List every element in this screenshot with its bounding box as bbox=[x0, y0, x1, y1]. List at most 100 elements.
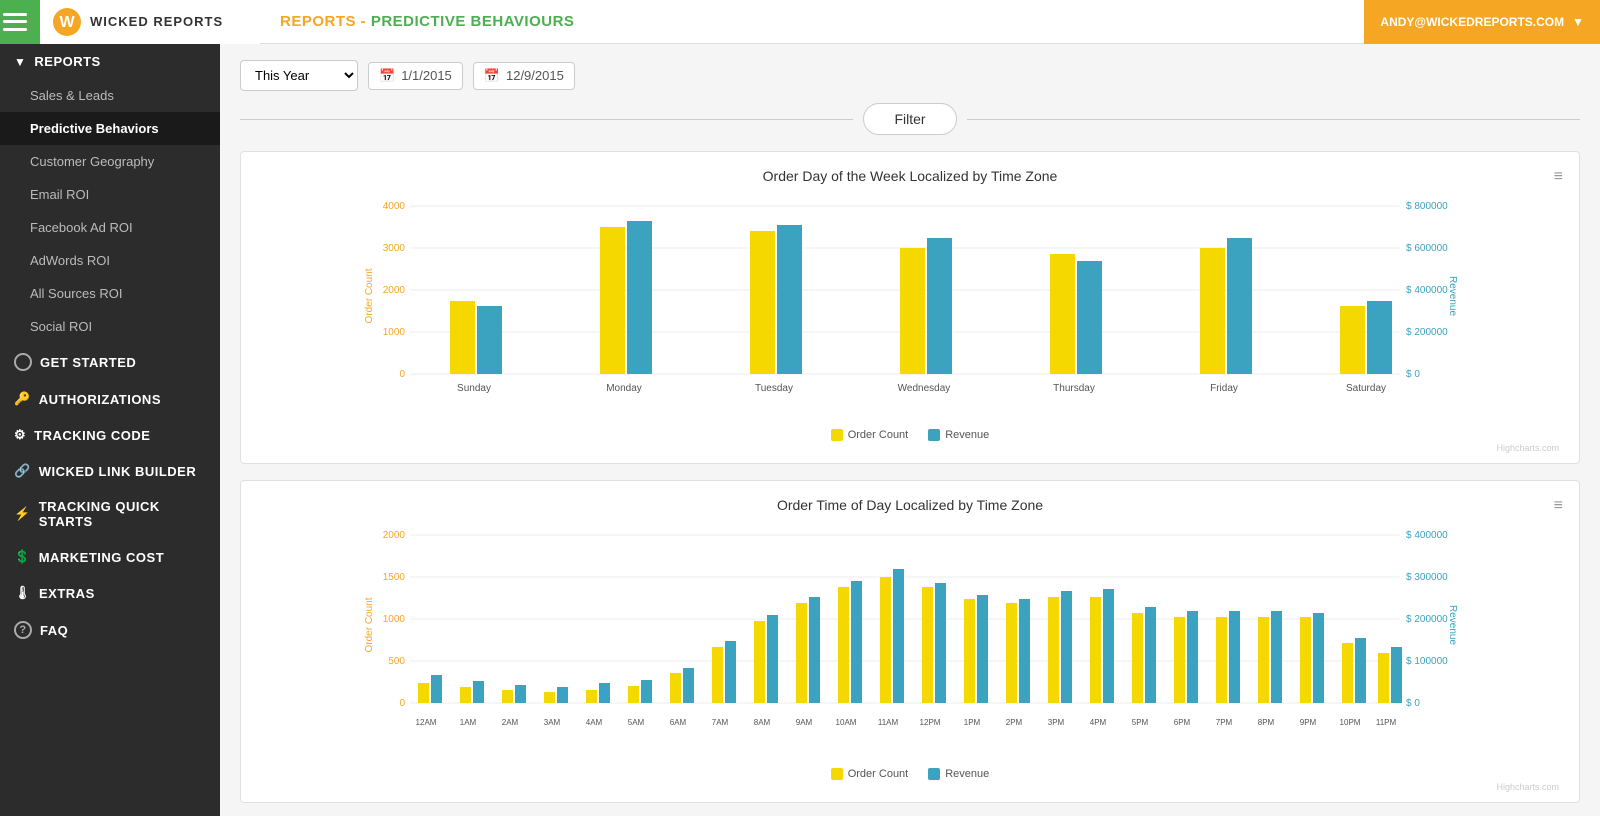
sidebar-item-reports[interactable]: ▼ REPORTS bbox=[0, 44, 220, 79]
legend-order-count-1: Order Count bbox=[831, 429, 909, 441]
chart2-title: Order Time of Day Localized by Time Zone bbox=[261, 497, 1559, 513]
chart1-legend: Order Count Revenue bbox=[261, 429, 1559, 441]
brand-logo: W WICKED REPORTS bbox=[52, 7, 223, 37]
svg-text:11PM: 11PM bbox=[1376, 718, 1397, 727]
wicked-reports-logo-icon: W bbox=[52, 7, 82, 37]
svg-text:$ 400000: $ 400000 bbox=[1406, 285, 1448, 296]
svg-text:$ 800000: $ 800000 bbox=[1406, 201, 1448, 212]
svg-text:4000: 4000 bbox=[383, 201, 406, 212]
svg-text:W: W bbox=[59, 14, 75, 31]
legend-label-order-count-2: Order Count bbox=[848, 768, 909, 780]
svg-text:3PM: 3PM bbox=[1048, 718, 1065, 727]
chevron-down-icon: ▼ bbox=[1572, 15, 1584, 29]
svg-text:$ 0: $ 0 bbox=[1406, 698, 1420, 709]
main-layout: ▼ REPORTS Sales & Leads Predictive Behav… bbox=[0, 44, 1600, 816]
page-title: REPORTS - PREDICTIVE BEHAVIOURS bbox=[280, 13, 574, 30]
legend-label-revenue-2: Revenue bbox=[945, 768, 989, 780]
svg-text:9AM: 9AM bbox=[796, 718, 813, 727]
sidebar-item-extras[interactable]: 🌡 EXTRAS bbox=[0, 575, 220, 611]
legend-dot-blue-1 bbox=[928, 429, 940, 441]
sidebar-item-wicked-link-builder[interactable]: 🔗 WICKED LINK BUILDER bbox=[0, 453, 220, 489]
svg-text:6AM: 6AM bbox=[670, 718, 687, 727]
svg-text:12PM: 12PM bbox=[920, 718, 941, 727]
svg-text:2000: 2000 bbox=[383, 285, 406, 296]
filter-line-left bbox=[240, 119, 853, 120]
svg-text:3000: 3000 bbox=[383, 243, 406, 254]
key-icon: 🔑 bbox=[14, 391, 31, 407]
hamburger-icon bbox=[3, 13, 27, 31]
chart-order-day-of-week: Order Day of the Week Localized by Time … bbox=[240, 151, 1580, 464]
chart2-credit: Highcharts.com bbox=[261, 782, 1559, 792]
sidebar-item-sales-leads[interactable]: Sales & Leads bbox=[0, 79, 220, 112]
svg-text:1000: 1000 bbox=[383, 614, 406, 625]
svg-text:9PM: 9PM bbox=[1300, 718, 1317, 727]
calendar-icon: 📅 bbox=[379, 68, 395, 84]
hamburger-menu[interactable] bbox=[0, 0, 40, 44]
chart1-credit: Highcharts.com bbox=[261, 443, 1559, 453]
svg-text:5PM: 5PM bbox=[1132, 718, 1149, 727]
svg-text:Order Count: Order Count bbox=[364, 268, 375, 323]
main-content: This Year Last Year Last 30 Days Custom … bbox=[220, 44, 1600, 816]
chart2-menu-icon[interactable]: ≡ bbox=[1554, 497, 1563, 515]
sidebar-item-email-roi[interactable]: Email ROI bbox=[0, 178, 220, 211]
svg-text:Thursday: Thursday bbox=[1053, 383, 1095, 394]
user-menu[interactable]: ANDY@WICKEDREPORTS.COM ▼ bbox=[1364, 0, 1600, 44]
sidebar-section-reports: ▼ REPORTS Sales & Leads Predictive Behav… bbox=[0, 44, 220, 343]
svg-text:0: 0 bbox=[399, 369, 405, 380]
sidebar-item-facebook-ad-roi[interactable]: Facebook Ad ROI bbox=[0, 211, 220, 244]
sidebar-item-social-roi[interactable]: Social ROI bbox=[0, 310, 220, 343]
svg-text:11AM: 11AM bbox=[878, 718, 899, 727]
svg-text:$ 300000: $ 300000 bbox=[1406, 572, 1448, 583]
date-range-select[interactable]: This Year Last Year Last 30 Days Custom bbox=[240, 60, 358, 91]
svg-text:0: 0 bbox=[399, 698, 405, 709]
sidebar-item-faq[interactable]: ? FAQ bbox=[0, 611, 220, 649]
svg-text:$ 400000: $ 400000 bbox=[1406, 530, 1448, 541]
svg-text:Revenue: Revenue bbox=[1447, 605, 1458, 645]
question-icon: ? bbox=[14, 621, 32, 639]
sidebar-item-customer-geography[interactable]: Customer Geography bbox=[0, 145, 220, 178]
svg-text:10PM: 10PM bbox=[1340, 718, 1361, 727]
controls-row: This Year Last Year Last 30 Days Custom … bbox=[240, 60, 1580, 91]
legend-order-count-2: Order Count bbox=[831, 768, 909, 780]
topbar: W WICKED REPORTS REPORTS - PREDICTIVE BE… bbox=[0, 0, 1600, 44]
sidebar-item-marketing-cost[interactable]: 💲 MARKETING COST bbox=[0, 539, 220, 575]
sidebar-item-get-started[interactable]: GET STARTED bbox=[0, 343, 220, 381]
svg-text:1PM: 1PM bbox=[964, 718, 981, 727]
sidebar-item-tracking-quick-starts[interactable]: ⚡ TRACKING QUICK STARTS bbox=[0, 489, 220, 539]
chart-order-time-of-day: Order Time of Day Localized by Time Zone… bbox=[240, 480, 1580, 803]
legend-dot-yellow-2 bbox=[831, 768, 843, 780]
legend-label-revenue-1: Revenue bbox=[945, 429, 989, 441]
legend-revenue-2: Revenue bbox=[928, 768, 989, 780]
svg-text:5AM: 5AM bbox=[628, 718, 645, 727]
title-prefix: REPORTS - bbox=[280, 13, 371, 30]
svg-text:2PM: 2PM bbox=[1006, 718, 1023, 727]
chevron-down-icon: ▼ bbox=[14, 55, 26, 69]
sidebar-item-tracking-code[interactable]: ⚙ TRACKING CODE bbox=[0, 417, 220, 453]
svg-text:8AM: 8AM bbox=[754, 718, 771, 727]
end-date-value: 12/9/2015 bbox=[506, 68, 564, 83]
title-main: PREDICTIVE BEHAVIOURS bbox=[371, 13, 575, 30]
sidebar-item-authorizations[interactable]: 🔑 AUTHORIZATIONS bbox=[0, 381, 220, 417]
user-email: ANDY@WICKEDREPORTS.COM bbox=[1380, 15, 1564, 29]
sidebar-item-all-sources-roi[interactable]: All Sources ROI bbox=[0, 277, 220, 310]
svg-text:1AM: 1AM bbox=[460, 718, 477, 727]
svg-text:Wednesday: Wednesday bbox=[898, 383, 951, 394]
filter-button[interactable]: Filter bbox=[863, 103, 956, 135]
sidebar-item-predictive-behaviors[interactable]: Predictive Behaviors bbox=[0, 112, 220, 145]
svg-text:4PM: 4PM bbox=[1090, 718, 1107, 727]
svg-text:Revenue: Revenue bbox=[1447, 276, 1458, 316]
svg-text:Tuesday: Tuesday bbox=[755, 383, 793, 394]
svg-text:12AM: 12AM bbox=[416, 718, 437, 727]
svg-text:$ 600000: $ 600000 bbox=[1406, 243, 1448, 254]
sidebar-item-adwords-roi[interactable]: AdWords ROI bbox=[0, 244, 220, 277]
svg-text:10AM: 10AM bbox=[836, 718, 857, 727]
svg-text:2000: 2000 bbox=[383, 530, 406, 541]
svg-text:Order Count: Order Count bbox=[364, 597, 375, 652]
end-date-input[interactable]: 📅 12/9/2015 bbox=[473, 62, 575, 90]
start-date-value: 1/1/2015 bbox=[401, 68, 452, 83]
start-date-input[interactable]: 📅 1/1/2015 bbox=[368, 62, 463, 90]
circle-icon bbox=[14, 353, 32, 371]
chart1-menu-icon[interactable]: ≡ bbox=[1554, 168, 1563, 186]
legend-dot-yellow-1 bbox=[831, 429, 843, 441]
legend-revenue-1: Revenue bbox=[928, 429, 989, 441]
